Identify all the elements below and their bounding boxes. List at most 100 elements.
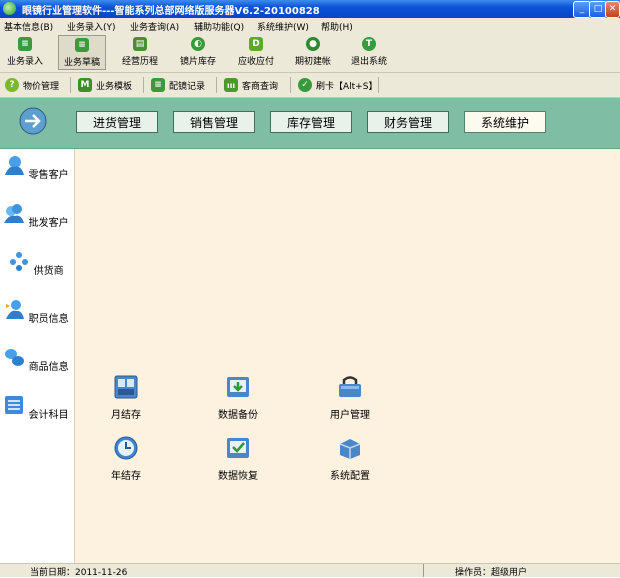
current-date: 当前日期：2011-11-26 bbox=[30, 568, 128, 578]
toolbar2-label: 业务模板 bbox=[96, 81, 133, 92]
entry-icon: ≡ bbox=[18, 37, 32, 51]
query-icon: ııı bbox=[224, 78, 238, 92]
toolbar-label: 退出系统 bbox=[350, 57, 387, 67]
toolbar-label: 应收应付 bbox=[237, 57, 274, 67]
tab-sales[interactable]: 销售管理 bbox=[173, 111, 255, 133]
main-item-label: 系统配置 bbox=[330, 471, 370, 482]
glasses-record-button[interactable]: ≡ 配镜记录 bbox=[151, 77, 205, 93]
menu-bar: 基本信息(B) 业务录入(Y) 业务查询(A) 辅助功能(Q) 系统维护(W) … bbox=[0, 18, 620, 34]
toolbar2-label: 配镜记录 bbox=[169, 81, 206, 92]
main-item-label: 数据恢复 bbox=[218, 471, 258, 482]
menu-help[interactable]: 帮助(H) bbox=[321, 20, 353, 33]
sidebar-item-retail-customer[interactable]: 零售客户 bbox=[0, 154, 72, 181]
toolbar2-label: 物价管理 bbox=[23, 81, 60, 92]
toolbar-separator bbox=[70, 77, 71, 93]
sidebar: 零售客户 批发客户 供货商 职员信息 商品信息 会计科目 bbox=[0, 149, 72, 563]
menu-business-query[interactable]: 业务查询(A) bbox=[130, 20, 179, 33]
quick-toolbar: ? 物价管理 M 业务模板 ≡ 配镜记录 ııı 客商查询 ✓ 刷卡【Alt+S… bbox=[0, 73, 620, 98]
opening-account-icon: ● bbox=[306, 37, 320, 51]
card-icon: ✓ bbox=[298, 78, 312, 92]
title-bar: 眼镜行业管理软件---智能系列总部网络版服务器V6.2-20100828 _ □… bbox=[0, 0, 620, 18]
window-title: 眼镜行业管理软件---智能系列总部网络版服务器V6.2-20100828 bbox=[22, 6, 320, 17]
toolbar-label: 业务录入 bbox=[6, 57, 43, 67]
toolbar-business-entry-button[interactable]: ≡ 业务录入 bbox=[2, 35, 48, 70]
system-config-button[interactable]: 系统配置 bbox=[310, 436, 390, 482]
main-item-label: 月结存 bbox=[111, 410, 141, 421]
sidebar-label: 商品信息 bbox=[28, 362, 69, 373]
app-icon bbox=[3, 2, 16, 15]
arrow-right-icon[interactable] bbox=[18, 106, 48, 136]
sidebar-label: 零售客户 bbox=[28, 170, 69, 181]
sidebar-label: 批发客户 bbox=[28, 218, 69, 229]
sidebar-label: 供货商 bbox=[33, 266, 64, 277]
customer-query-button[interactable]: ııı 客商查询 bbox=[224, 77, 278, 93]
toolbar-receivable-button[interactable]: D 应收应付 bbox=[233, 35, 279, 70]
menu-system-maintenance[interactable]: 系统维护(W) bbox=[257, 20, 309, 33]
toolbar2-label: 客商查询 bbox=[242, 81, 279, 92]
tab-inventory[interactable]: 库存管理 bbox=[270, 111, 352, 133]
card-swipe-button[interactable]: ✓ 刷卡【Alt+S】 bbox=[298, 77, 377, 93]
toolbar-history-button[interactable]: ▤ 经营历程 bbox=[117, 35, 163, 70]
main-item-label: 年结存 bbox=[111, 471, 141, 482]
yearly-close-button[interactable]: 年结存 bbox=[86, 436, 166, 482]
toolbar-label: 业务草稿 bbox=[63, 58, 100, 68]
exit-icon: T bbox=[362, 37, 376, 51]
main-item-label: 数据备份 bbox=[218, 410, 258, 421]
sidebar-item-product[interactable]: 商品信息 bbox=[0, 346, 72, 373]
data-restore-button[interactable]: 数据恢复 bbox=[198, 436, 278, 482]
accounting-icon bbox=[5, 396, 24, 414]
price-management-button[interactable]: ? 物价管理 bbox=[5, 77, 59, 93]
yearly-close-icon bbox=[114, 436, 138, 460]
wholesale-customer-icon bbox=[4, 204, 25, 223]
history-icon: ▤ bbox=[133, 37, 147, 51]
sidebar-label: 会计科目 bbox=[28, 410, 69, 421]
price-icon: ? bbox=[5, 78, 19, 92]
toolbar-opening-account-button[interactable]: ● 期初建帐 bbox=[290, 35, 336, 70]
toolbar-business-draft-button[interactable]: ≡ 业务草稿 bbox=[58, 35, 106, 70]
tab-purchase[interactable]: 进货管理 bbox=[76, 111, 158, 133]
retail-customer-icon bbox=[5, 156, 25, 175]
lens-stock-icon: ◐ bbox=[191, 37, 205, 51]
toolbar-separator bbox=[378, 77, 379, 93]
sidebar-item-wholesale-customer[interactable]: 批发客户 bbox=[0, 202, 72, 229]
status-separator bbox=[423, 564, 424, 577]
data-backup-icon bbox=[227, 377, 249, 397]
tab-finance[interactable]: 财务管理 bbox=[367, 111, 449, 133]
sidebar-item-accounting[interactable]: 会计科目 bbox=[0, 394, 72, 421]
toolbar-separator bbox=[216, 77, 217, 93]
user-management-button[interactable]: 用户管理 bbox=[310, 375, 390, 421]
data-backup-button[interactable]: 数据备份 bbox=[198, 375, 278, 421]
record-icon: ≡ bbox=[151, 78, 165, 92]
system-config-icon bbox=[339, 439, 361, 459]
user-management-icon bbox=[339, 376, 361, 397]
main-toolbar: ≡ 业务录入 ≡ 业务草稿 ▤ 经营历程 ◐ 镜片库存 D 应收应付 ● 期初建… bbox=[0, 34, 620, 73]
staff-icon bbox=[6, 300, 25, 319]
close-icon[interactable]: ✕ bbox=[605, 1, 620, 18]
supplier-icon bbox=[10, 252, 29, 271]
toolbar2-label: 刷卡【Alt+S】 bbox=[316, 81, 378, 92]
toolbar-separator bbox=[290, 77, 291, 93]
main-content: 月结存 数据备份 用户管理 年结存 数据恢复 系统配置 bbox=[74, 149, 620, 563]
menu-business-entry[interactable]: 业务录入(Y) bbox=[67, 20, 116, 33]
sidebar-label: 职员信息 bbox=[28, 314, 69, 325]
tab-system-maintenance[interactable]: 系统维护 bbox=[464, 111, 546, 133]
monthly-close-button[interactable]: 月结存 bbox=[86, 375, 166, 421]
data-restore-icon bbox=[227, 438, 249, 458]
monthly-close-icon bbox=[114, 375, 138, 399]
sidebar-item-supplier[interactable]: 供货商 bbox=[0, 250, 72, 277]
main-item-label: 用户管理 bbox=[330, 410, 370, 421]
toolbar-label: 镜片库存 bbox=[179, 57, 216, 67]
operator-name: 操作员：超级用户 bbox=[455, 568, 528, 578]
status-bar: 当前日期：2011-11-26 操作员：超级用户 bbox=[0, 563, 620, 578]
toolbar-label: 经营历程 bbox=[121, 57, 158, 67]
toolbar-label: 期初建帐 bbox=[294, 57, 331, 67]
menu-basic-info[interactable]: 基本信息(B) bbox=[4, 20, 53, 33]
toolbar-separator bbox=[143, 77, 144, 93]
toolbar-exit-button[interactable]: T 退出系统 bbox=[346, 35, 392, 70]
sidebar-item-staff[interactable]: 职员信息 bbox=[0, 298, 72, 325]
toolbar-lens-stock-button[interactable]: ◐ 镜片库存 bbox=[175, 35, 221, 70]
menu-auxiliary[interactable]: 辅助功能(Q) bbox=[194, 20, 244, 33]
product-icon bbox=[5, 349, 25, 366]
template-icon: M bbox=[78, 78, 92, 92]
business-template-button[interactable]: M 业务模板 bbox=[78, 77, 132, 93]
